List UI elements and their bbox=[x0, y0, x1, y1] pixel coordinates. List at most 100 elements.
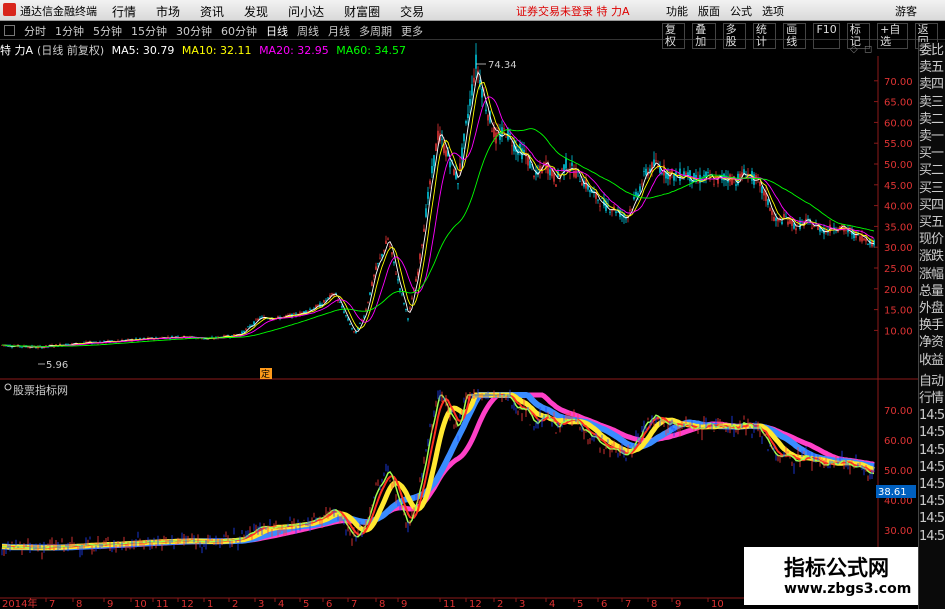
candle-body bbox=[597, 199, 599, 201]
candle-body bbox=[347, 318, 349, 321]
candle-body bbox=[403, 303, 405, 305]
candle-body bbox=[717, 176, 719, 184]
x-year-label: 2014年 bbox=[2, 597, 37, 609]
quote-label[interactable]: 卖二 bbox=[919, 111, 945, 128]
quote-label[interactable]: 买二 bbox=[919, 162, 945, 179]
tick-label[interactable]: 行情 bbox=[919, 390, 945, 407]
quote-label[interactable]: 买五 bbox=[919, 214, 945, 231]
candle-body bbox=[435, 143, 437, 151]
sub-y-axis: 30.0040.0050.0060.0070.00 bbox=[884, 406, 913, 537]
event-marker-label: 定 bbox=[261, 368, 270, 380]
candle-body bbox=[565, 157, 567, 169]
candle-body bbox=[463, 133, 465, 142]
y-tick-label: 25.00 bbox=[884, 264, 913, 275]
candle-body bbox=[703, 174, 705, 177]
y-tick-label: 40.00 bbox=[884, 202, 913, 213]
candle-body bbox=[171, 336, 173, 338]
candle-body bbox=[643, 171, 645, 172]
tick-label[interactable]: 14:5 bbox=[919, 459, 945, 476]
max-price-label: 74.34 bbox=[488, 60, 517, 71]
candle-body bbox=[781, 221, 783, 225]
quote-label[interactable]: 买四 bbox=[919, 197, 945, 214]
candle-body bbox=[689, 170, 691, 182]
candle-body bbox=[453, 169, 455, 176]
quote-label[interactable]: 外盘 bbox=[919, 300, 945, 317]
candle-body bbox=[485, 109, 487, 112]
quote-label[interactable]: 委比 bbox=[919, 42, 945, 59]
candle-body bbox=[441, 138, 443, 140]
quote-label[interactable]: 净资 bbox=[919, 334, 945, 351]
diamond-icon[interactable]: ◇ bbox=[850, 44, 858, 55]
x-tick-label: 3 bbox=[519, 599, 525, 609]
indicator-bands bbox=[1, 389, 876, 560]
x-tick-label: 2 bbox=[232, 599, 238, 609]
candle-body bbox=[411, 297, 413, 299]
candle-body bbox=[469, 99, 471, 106]
tick-label[interactable]: 14:5 bbox=[919, 493, 945, 510]
candle-body bbox=[505, 136, 507, 138]
tick-label[interactable]: 14:5 bbox=[919, 407, 945, 424]
min-price-label: 5.96 bbox=[46, 360, 68, 371]
candle-body bbox=[343, 311, 345, 313]
candle-body bbox=[309, 309, 311, 311]
candle-body bbox=[405, 308, 407, 311]
candle-body bbox=[571, 162, 573, 166]
quote-label[interactable]: 买一 bbox=[919, 145, 945, 162]
candle-body bbox=[735, 184, 737, 186]
candle-body bbox=[383, 250, 385, 252]
candle-body bbox=[771, 210, 773, 215]
tick-label[interactable]: 14:5 bbox=[919, 442, 945, 459]
x-tick-label: 11 bbox=[443, 599, 456, 609]
tick-label[interactable]: 自动 bbox=[919, 373, 945, 390]
candle-body bbox=[543, 162, 545, 164]
candle-body bbox=[491, 130, 493, 132]
candle-body bbox=[609, 211, 611, 213]
quote-label[interactable]: 涨跌 bbox=[919, 248, 945, 265]
candle-body bbox=[393, 261, 395, 264]
tick-label[interactable]: 14:5 bbox=[919, 476, 945, 493]
candle-body bbox=[331, 293, 333, 295]
tick-label[interactable]: 14:5 bbox=[919, 510, 945, 527]
candle-body bbox=[739, 173, 741, 178]
quote-label[interactable]: 卖五 bbox=[919, 59, 945, 76]
candle-body bbox=[241, 331, 243, 334]
quote-label[interactable]: 卖四 bbox=[919, 76, 945, 93]
watermark-title: 指标公式网 bbox=[784, 556, 889, 580]
kline-chart-area[interactable]: 10.00 15.00 20.00 25.00 30.00 35.00 40.00 45.00… bbox=[0, 0, 918, 609]
tick-label[interactable]: 14:5 bbox=[919, 424, 945, 441]
candle-body bbox=[345, 315, 347, 316]
x-tick-label: 12 bbox=[181, 599, 194, 609]
candle-body bbox=[433, 155, 435, 167]
candle-body bbox=[529, 160, 531, 169]
sub-value-label: 38.61 bbox=[878, 487, 907, 498]
candle-body bbox=[27, 347, 29, 349]
quote-label[interactable]: 卖一 bbox=[919, 128, 945, 145]
quote-label[interactable]: 收益 bbox=[919, 352, 945, 369]
candle-body bbox=[373, 274, 375, 277]
collapse-icon[interactable]: ◻ bbox=[864, 44, 872, 55]
tick-label[interactable]: 14:5 bbox=[919, 528, 945, 545]
candle-body bbox=[397, 279, 399, 281]
candle-body bbox=[625, 218, 627, 220]
candle-body bbox=[457, 183, 459, 185]
x-axis-labels: 2014年 7 8 9 10 11 12 1 2 3 4 5 6 7 8 9 11 12 2 3 4 5 6 7 8 9 10 bbox=[2, 597, 724, 609]
candle-body bbox=[277, 316, 279, 318]
candle-body bbox=[509, 133, 511, 135]
quote-label[interactable]: 买三 bbox=[919, 180, 945, 197]
candle-body bbox=[533, 175, 535, 178]
ma-lines bbox=[1, 71, 875, 348]
quote-label[interactable]: 总量 bbox=[919, 283, 945, 300]
candle-body bbox=[399, 288, 401, 291]
candle-body bbox=[369, 292, 371, 295]
quote-label[interactable]: 卖三 bbox=[919, 94, 945, 111]
candle-body bbox=[775, 218, 777, 221]
x-tick-label: 9 bbox=[675, 599, 681, 609]
quote-labels: 委比 卖五 卖四 卖三 卖二 卖一 买一 买二 买三 买四 买五 现价 涨跌 涨幅 总量 外盘 换手 净资 收益 bbox=[919, 42, 945, 369]
candle-body bbox=[615, 211, 617, 213]
candle-body bbox=[385, 240, 387, 244]
quote-label[interactable]: 现价 bbox=[919, 231, 945, 248]
quote-label[interactable]: 换手 bbox=[919, 317, 945, 334]
candle-body bbox=[323, 300, 325, 303]
quote-label[interactable]: 涨幅 bbox=[919, 266, 945, 283]
candle-body bbox=[431, 166, 433, 174]
